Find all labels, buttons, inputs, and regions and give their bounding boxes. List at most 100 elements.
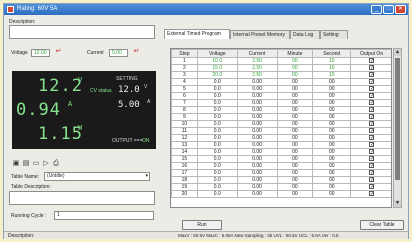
run-button[interactable]: Run xyxy=(182,220,222,230)
column-header-minute[interactable]: Minute xyxy=(276,49,314,58)
tab-internal-preset-memory[interactable]: Internal Preset Memory xyxy=(230,30,290,39)
maximize-button[interactable]: □ xyxy=(383,5,394,14)
cell-second[interactable]: 00 xyxy=(312,127,352,135)
cell-second[interactable]: 10 xyxy=(312,64,352,72)
cell-second[interactable]: 00 xyxy=(312,99,352,107)
arrow-icon[interactable]: ▷ xyxy=(42,160,50,168)
output-on-checkbox[interactable]: ✓ xyxy=(369,135,374,141)
scroll-down-icon[interactable]: ▼ xyxy=(394,200,401,207)
open-folder-icon[interactable]: ▭ xyxy=(32,160,40,168)
cell-second[interactable]: 00 xyxy=(312,113,352,121)
cell-voltage[interactable]: 0.0 xyxy=(196,106,238,114)
cell-minute[interactable]: 00 xyxy=(276,148,314,156)
output-on-checkbox[interactable]: ✓ xyxy=(369,128,374,134)
table-row[interactable]: 13 0.0 0.00 00 00 ✓ xyxy=(171,141,391,149)
table-row[interactable]: 10 0.0 0.00 00 00 ✓ xyxy=(171,120,391,128)
cell-minute[interactable]: 00 xyxy=(276,169,314,177)
cell-current[interactable]: 2.50 xyxy=(236,57,278,65)
cell-second[interactable]: 10 xyxy=(312,57,352,65)
cell-second[interactable]: 00 xyxy=(312,141,352,149)
table-row[interactable]: 20 0.0 0.00 00 00 ✓ xyxy=(171,190,391,198)
cell-current[interactable]: 0.00 xyxy=(236,148,278,156)
cell-minute[interactable]: 00 xyxy=(276,71,314,79)
cell-current[interactable]: 0.00 xyxy=(236,176,278,184)
clear-table-button[interactable]: Clear Table xyxy=(360,220,404,230)
cell-voltage[interactable]: 0.0 xyxy=(196,183,238,191)
cell-second[interactable]: 00 xyxy=(312,169,352,177)
table-row[interactable]: 17 0.0 0.00 00 00 ✓ xyxy=(171,169,391,177)
cell-second[interactable]: 00 xyxy=(312,155,352,163)
output-on-checkbox[interactable]: ✓ xyxy=(369,58,374,64)
cell-voltage[interactable]: 0.0 xyxy=(196,141,238,149)
cell-second[interactable]: 00 xyxy=(312,190,352,198)
output-on-checkbox[interactable]: ✓ xyxy=(369,107,374,113)
cell-voltage[interactable]: 10.0 xyxy=(196,57,238,65)
cell-current[interactable]: 0.00 xyxy=(236,141,278,149)
tab-external-timed-program[interactable]: External Timed Program xyxy=(164,29,230,39)
cell-current[interactable]: 0.00 xyxy=(236,190,278,198)
cell-current[interactable]: 2.50 xyxy=(236,71,278,79)
table-row[interactable]: 5 0.0 0.00 00 00 ✓ xyxy=(171,85,391,93)
running-cycle-input[interactable]: 1 xyxy=(54,211,154,220)
cell-second[interactable]: 00 xyxy=(312,148,352,156)
cell-current[interactable]: 0.00 xyxy=(236,78,278,86)
tab-data-log[interactable]: Data Log xyxy=(290,30,320,39)
cell-voltage[interactable]: 20.0 xyxy=(196,71,238,79)
cell-current[interactable]: 0.00 xyxy=(236,183,278,191)
output-on-checkbox[interactable]: ✓ xyxy=(369,149,374,155)
cell-minute[interactable]: 00 xyxy=(276,134,314,142)
table-row[interactable]: 9 0.0 0.00 00 00 ✓ xyxy=(171,113,391,121)
table-row[interactable]: 14 0.0 0.00 00 00 ✓ xyxy=(171,148,391,156)
cell-voltage[interactable]: 0.0 xyxy=(196,190,238,198)
table-row[interactable]: 18 0.0 0.00 00 00 ✓ xyxy=(171,176,391,184)
table-description-field[interactable] xyxy=(9,191,155,205)
cell-voltage[interactable]: 0.0 xyxy=(196,120,238,128)
output-on-checkbox[interactable]: ✓ xyxy=(369,72,374,78)
cell-current[interactable]: 0.00 xyxy=(236,134,278,142)
cell-current[interactable]: 0.00 xyxy=(236,120,278,128)
table-row[interactable]: 8 0.0 0.00 00 00 ✓ xyxy=(171,106,391,114)
table-row[interactable]: 16 0.0 0.00 00 00 ✓ xyxy=(171,162,391,170)
output-on-checkbox[interactable]: ✓ xyxy=(369,163,374,169)
output-on-checkbox[interactable]: ✓ xyxy=(369,142,374,148)
floppy-icon[interactable]: ▤ xyxy=(22,160,30,168)
cell-current[interactable]: 0.00 xyxy=(236,162,278,170)
output-on-checkbox[interactable]: ✓ xyxy=(369,79,374,85)
output-on-checkbox[interactable]: ✓ xyxy=(369,156,374,162)
cell-voltage[interactable]: 0.0 xyxy=(196,169,238,177)
cell-voltage[interactable]: 0.0 xyxy=(196,99,238,107)
cell-current[interactable]: 2.50 xyxy=(236,64,278,72)
print-icon[interactable]: ⎙ xyxy=(52,160,60,168)
table-row[interactable]: 19 0.0 0.00 00 00 ✓ xyxy=(171,183,391,191)
table-row[interactable]: 7 0.0 0.00 00 00 ✓ xyxy=(171,99,391,107)
output-on-checkbox[interactable]: ✓ xyxy=(369,114,374,120)
cell-second[interactable]: 00 xyxy=(312,183,352,191)
cell-voltage[interactable]: 0.0 xyxy=(196,162,238,170)
cell-voltage[interactable]: 0.0 xyxy=(196,113,238,121)
cell-second[interactable]: 00 xyxy=(312,176,352,184)
vertical-scrollbar[interactable]: ▲ ▼ xyxy=(393,48,402,208)
cell-second[interactable]: 00 xyxy=(312,162,352,170)
table-row[interactable]: 11 0.0 0.00 00 00 ✓ xyxy=(171,127,391,135)
table-row[interactable]: 6 0.0 0.00 00 00 ✓ xyxy=(171,92,391,100)
cell-minute[interactable]: 00 xyxy=(276,176,314,184)
column-header-output-on[interactable]: Output On xyxy=(350,49,391,58)
column-header-second[interactable]: Second xyxy=(312,49,352,58)
current-input[interactable]: 5.00 xyxy=(109,49,128,57)
table-row[interactable]: 12 0.0 0.00 00 00 ✓ xyxy=(171,134,391,142)
table-row[interactable]: 15 0.0 0.00 00 00 ✓ xyxy=(171,155,391,163)
cell-second[interactable]: 10 xyxy=(312,71,352,79)
cell-voltage[interactable]: 15.0 xyxy=(196,64,238,72)
cell-minute[interactable]: 00 xyxy=(276,92,314,100)
scroll-up-icon[interactable]: ▲ xyxy=(394,49,401,56)
scrollbar-thumb[interactable] xyxy=(395,58,400,180)
close-button[interactable]: ✕ xyxy=(395,5,406,14)
voltage-input[interactable]: 12.00 xyxy=(31,49,50,57)
minimize-button[interactable]: _ xyxy=(371,5,382,14)
cell-second[interactable]: 00 xyxy=(312,134,352,142)
output-on-checkbox[interactable]: ✓ xyxy=(369,177,374,183)
output-on-checkbox[interactable]: ✓ xyxy=(369,65,374,71)
cell-minute[interactable]: 00 xyxy=(276,183,314,191)
cell-voltage[interactable]: 0.0 xyxy=(196,92,238,100)
cell-minute[interactable]: 00 xyxy=(276,64,314,72)
